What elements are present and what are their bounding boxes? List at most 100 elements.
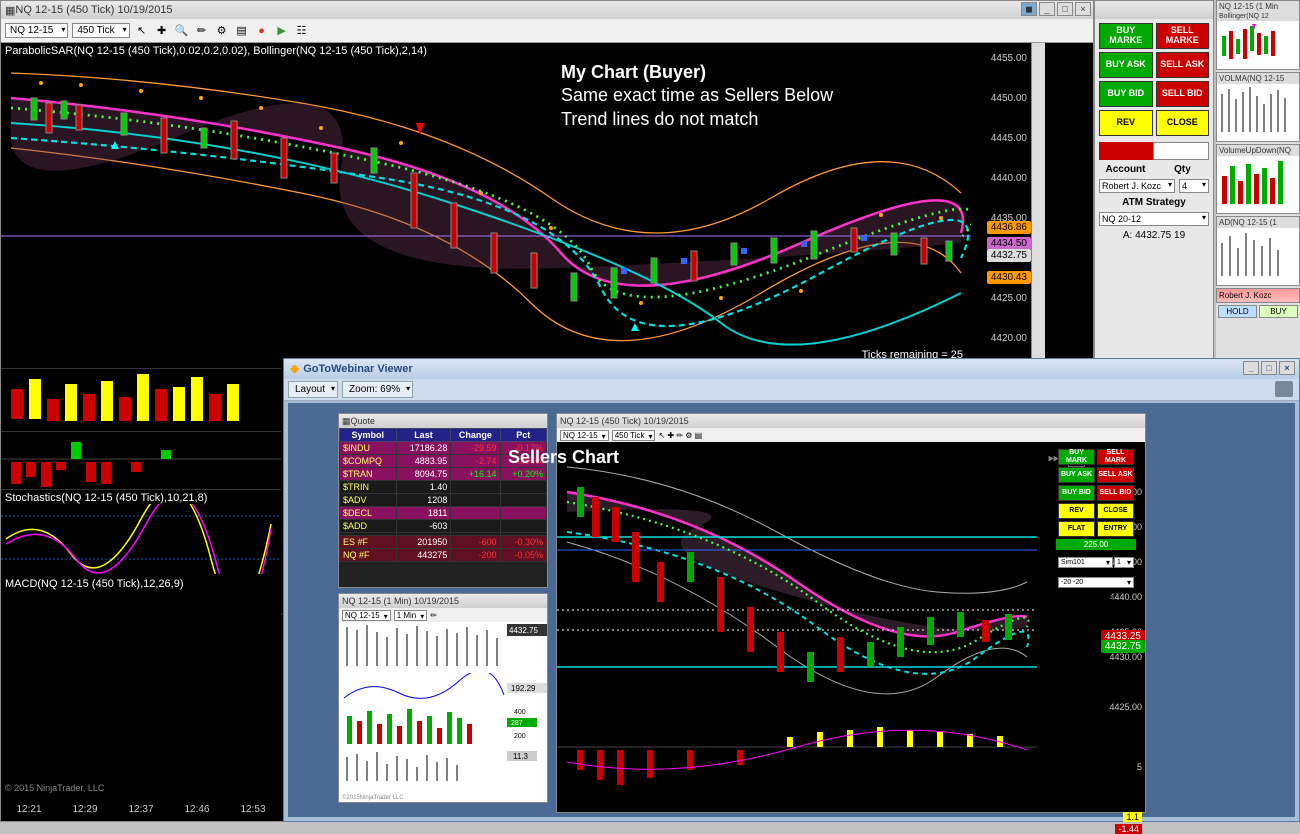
price-tag: 4432.75: [1101, 640, 1145, 653]
buy-marke-button[interactable]: BUY MARKE: [1099, 23, 1153, 49]
min1-instr[interactable]: NQ 12-15: [342, 610, 391, 621]
min1-tool-icon[interactable]: ✏: [430, 611, 437, 620]
sell-bid-button[interactable]: SELL BID: [1156, 81, 1210, 107]
buy-button[interactable]: BUY: [1259, 305, 1298, 318]
close-button[interactable]: ×: [1075, 2, 1091, 16]
seller-entry-button[interactable]: ENTRY: [1097, 521, 1134, 537]
one-min-chart[interactable]: NQ 12-15 (1 Min) 10/19/2015 NQ 12-15 1 M…: [338, 593, 548, 803]
seller-buy-bid-button[interactable]: BUY BID: [1058, 485, 1095, 501]
seller-buy-ask-button[interactable]: BUY ASK: [1058, 467, 1095, 483]
sub-tag: -1.44: [1115, 824, 1142, 834]
seller-sell-ask-button[interactable]: SELL ASK: [1097, 467, 1134, 483]
seller-atm-combo[interactable]: -20 -20: [1058, 577, 1134, 588]
main-title: NQ 12-15 (450 Tick) 10/19/2015: [15, 4, 172, 16]
hold-button[interactable]: HOLD: [1218, 305, 1257, 318]
mini3-svg: [1217, 156, 1299, 206]
mini-chart-2[interactable]: VOLMA(NQ 12-15: [1216, 72, 1300, 142]
layout-button[interactable]: Layout: [288, 381, 338, 398]
quote-cell: +0.20%: [500, 468, 546, 481]
gtw-minimize-button[interactable]: _: [1243, 361, 1259, 375]
sub-tag: 5: [1137, 762, 1142, 772]
volume-bars: [1, 369, 281, 429]
minimize-button[interactable]: _: [1039, 2, 1055, 16]
quote-cell: -603: [396, 520, 451, 533]
table-row[interactable]: $DECL1811: [340, 507, 547, 520]
tools-icon[interactable]: ⚙: [214, 23, 230, 39]
account-combo[interactable]: Robert J. Kozc: [1099, 179, 1175, 193]
min1-period[interactable]: 1 Min: [394, 610, 428, 621]
table-row[interactable]: NQ #F443275-200-0.05%: [340, 549, 547, 562]
atm-strategy-combo[interactable]: NQ 20-12: [1099, 212, 1209, 226]
seller-rev-button[interactable]: REV: [1058, 503, 1095, 519]
gotowebinar-window: GoToWebinar Viewer _ □ × Layout Zoom: 69…: [283, 358, 1300, 822]
quote-cell: 1208: [396, 494, 451, 507]
seller-flat-button[interactable]: FLAT: [1058, 521, 1095, 537]
gtw-toolbar: Layout Zoom: 69%: [284, 379, 1299, 401]
mini-chart-4[interactable]: AD(NQ 12-15 (1: [1216, 216, 1300, 286]
stoch-macd-pane[interactable]: Stochastics(NQ 12-15 (450 Tick),10,21,8)…: [1, 489, 281, 639]
period-combo[interactable]: 450 Tick: [72, 23, 129, 38]
seller-tool-icons[interactable]: ↖ ✚ ✏ ⚙ ▤: [658, 431, 702, 440]
table-row[interactable]: $ADD-603: [340, 520, 547, 533]
table-row[interactable]: $ADV1208: [340, 494, 547, 507]
play-icon[interactable]: ▶: [274, 23, 290, 39]
maximize-button[interactable]: □: [1057, 2, 1073, 16]
sell-marke-button[interactable]: SELL MARKE: [1156, 23, 1210, 49]
table-row[interactable]: $TRIN1.40: [340, 481, 547, 494]
seller-buy-mark-button[interactable]: BUY MARK: [1058, 449, 1095, 465]
properties-icon[interactable]: ☷: [294, 23, 310, 39]
sell-ask-button[interactable]: SELL ASK: [1156, 52, 1210, 78]
qty-input[interactable]: 4: [1179, 179, 1209, 193]
seller-period[interactable]: 450 Tick: [612, 430, 656, 441]
price-tag: 4430.43: [987, 271, 1031, 284]
seller-order-grid: BUY MARKSELL MARKBUY ASKSELL ASKBUY BIDS…: [1056, 447, 1136, 539]
table-row[interactable]: ES #F201950-600-0.30%: [340, 536, 547, 549]
seller-b-line: B: 4432.502: [1056, 595, 1136, 602]
quote-cell: 17186.28: [396, 442, 451, 455]
cursor-icon[interactable]: ↖: [134, 23, 150, 39]
gtw-close-button[interactable]: ×: [1279, 361, 1295, 375]
record-icon[interactable]: ●: [254, 23, 270, 39]
crosshair-icon[interactable]: ✚: [154, 23, 170, 39]
oscillator-pane[interactable]: [1, 431, 281, 486]
camera-icon[interactable]: [1275, 381, 1293, 397]
rev-button[interactable]: REV: [1099, 110, 1153, 136]
mini1-ind: Bollinger(NQ 12: [1217, 12, 1299, 21]
mini-chart-1[interactable]: NQ 12-15 (1 Min Bollinger(NQ 12: [1216, 0, 1300, 70]
quote-cell: 4883.95: [396, 455, 451, 468]
trade-panel-titlebar: [1095, 1, 1213, 19]
zoom-button[interactable]: Zoom: 69%: [342, 381, 413, 398]
position-loss-side: [1099, 142, 1153, 160]
min1-sub1-svg: 192.29: [339, 673, 548, 703]
quote-cell: ES #F: [340, 536, 397, 549]
link-color-button[interactable]: ◼: [1021, 2, 1037, 16]
instrument-combo[interactable]: NQ 12-15: [5, 23, 68, 38]
x-tick: 12:53: [240, 804, 265, 815]
quote-cell: [451, 507, 500, 520]
seller-instr[interactable]: NQ 12-15: [560, 430, 609, 441]
buy-ask-button[interactable]: BUY ASK: [1099, 52, 1153, 78]
seller-sell-bid-button[interactable]: SELL BID: [1097, 485, 1134, 501]
table-row[interactable]: $TRAN8094.75+16.14+0.20%: [340, 468, 547, 481]
price-pane[interactable]: ParabolicSAR(NQ 12-15 (450 Tick),0.02,0.…: [1, 43, 1031, 363]
seller-account-combo[interactable]: Sim101: [1058, 557, 1113, 568]
seller-sub-svg: [557, 722, 1037, 802]
account-label: Account: [1099, 164, 1152, 175]
zoom-icon[interactable]: 🔍: [174, 23, 190, 39]
vertical-scrollbar[interactable]: [1031, 43, 1045, 363]
volume-pane[interactable]: [1, 368, 281, 428]
draw-icon[interactable]: ✏: [194, 23, 210, 39]
quote-window[interactable]: ▦ Quote SymbolLastChangePct $INDU17186.2…: [338, 413, 548, 588]
seller-close-button[interactable]: CLOSE: [1097, 503, 1134, 519]
databox-icon[interactable]: ▤: [234, 23, 250, 39]
seller-sell-mark-button[interactable]: SELL MARK: [1097, 449, 1134, 465]
buy-bid-button[interactable]: BUY BID: [1099, 81, 1153, 107]
quote-cell: -200: [451, 549, 500, 562]
mini-chart-3[interactable]: VolumeUpDown(NQ: [1216, 144, 1300, 214]
close-button[interactable]: CLOSE: [1156, 110, 1210, 136]
x-tick: 12:29: [72, 804, 97, 815]
y-tick: 4450.00: [991, 93, 1027, 104]
seller-qty-input[interactable]: 1: [1114, 557, 1134, 568]
quote-header: Pct: [500, 429, 546, 442]
gtw-maximize-button[interactable]: □: [1261, 361, 1277, 375]
